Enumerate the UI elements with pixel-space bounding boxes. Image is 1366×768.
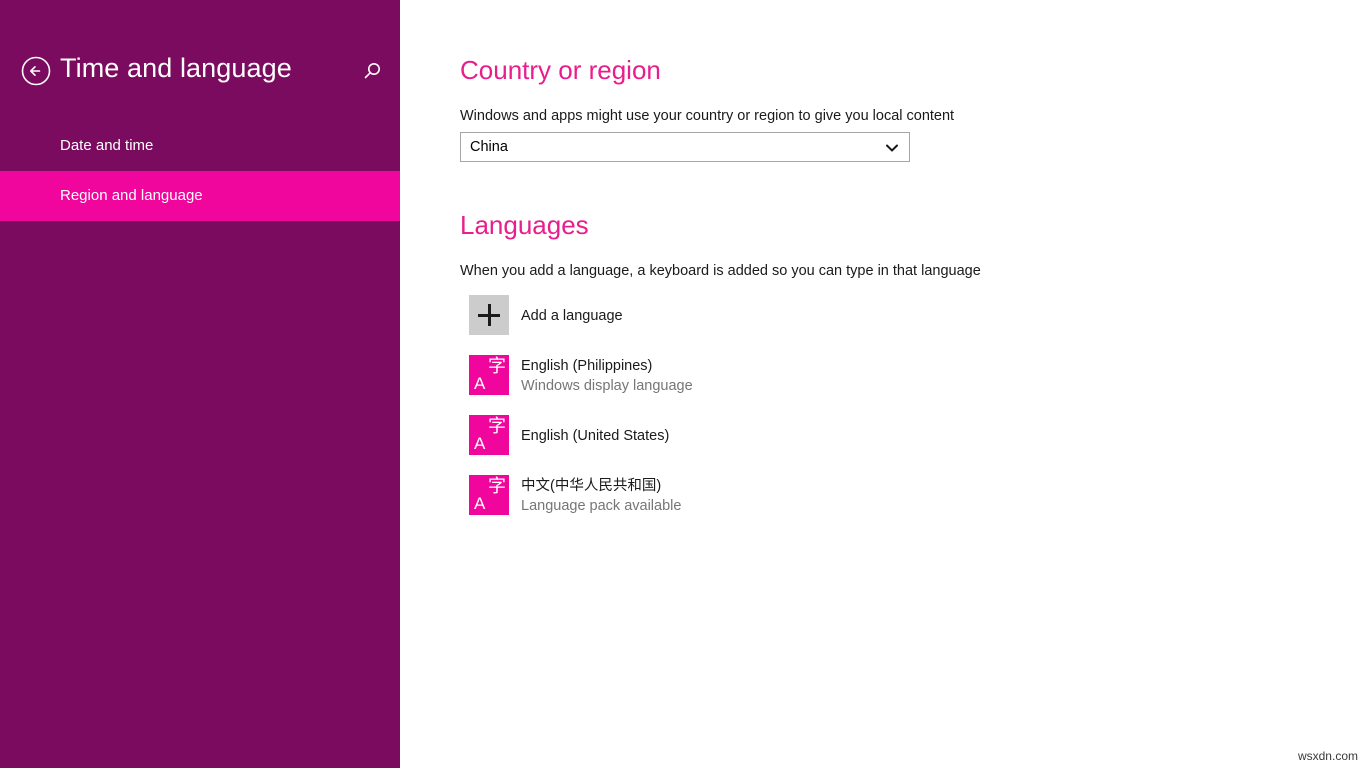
languages-heading: Languages — [460, 210, 589, 241]
country-region-heading: Country or region — [460, 55, 661, 86]
add-language-label: Add a language — [521, 306, 1221, 326]
site-watermark: wsxdn.com — [1298, 749, 1358, 763]
list-item[interactable]: A 字 English (United States) — [400, 415, 1366, 475]
back-arrow-icon[interactable] — [21, 56, 51, 86]
add-language-text: Add a language — [521, 295, 1221, 337]
sidebar-item-date-and-time[interactable]: Date and time — [0, 121, 400, 171]
settings-nav-list: Date and time Region and language — [0, 121, 400, 221]
language-subtitle: Language pack available — [521, 496, 1221, 516]
language-subtitle: Windows display language — [521, 376, 1221, 396]
language-title: English (Philippines) — [521, 356, 1221, 376]
language-glyph-latin: A — [474, 435, 485, 452]
language-glyph-latin: A — [474, 495, 485, 512]
search-icon[interactable] — [358, 58, 386, 86]
sidebar-item-region-and-language[interactable]: Region and language — [0, 171, 400, 221]
language-title: 中文(中华人民共和国) — [521, 476, 1221, 496]
add-language-button[interactable]: Add a language — [400, 295, 1366, 355]
language-title: English (United States) — [521, 426, 1221, 446]
page-title: Time and language — [60, 53, 292, 84]
language-glyph-cjk: 字 — [488, 358, 506, 376]
language-text-block: 中文(中华人民共和国) Language pack available — [521, 475, 1221, 517]
language-tile-icon: A 字 — [469, 415, 509, 455]
chevron-down-icon — [884, 140, 900, 156]
country-region-description: Windows and apps might use your country … — [460, 108, 954, 124]
languages-description: When you add a language, a keyboard is a… — [460, 263, 981, 279]
sidebar-item-label: Region and language — [60, 187, 203, 204]
plus-icon — [469, 295, 509, 335]
language-glyph-cjk: 字 — [488, 418, 506, 436]
settings-content-pane: Country or region Windows and apps might… — [400, 0, 1366, 768]
country-region-selected-value: China — [470, 133, 508, 161]
language-text-block: English (United States) — [521, 415, 1221, 457]
language-glyph-latin: A — [474, 375, 485, 392]
language-text-block: English (Philippines) Windows display la… — [521, 355, 1221, 397]
language-tile-icon: A 字 — [469, 475, 509, 515]
list-item[interactable]: A 字 中文(中华人民共和国) Language pack available — [400, 475, 1366, 535]
language-list: Add a language A 字 English (Philippines)… — [400, 295, 1366, 535]
sidebar-item-label: Date and time — [60, 137, 153, 154]
country-region-select[interactable]: China — [460, 132, 910, 162]
language-tile-icon: A 字 — [469, 355, 509, 395]
settings-sidebar: Time and language Date and time Region a… — [0, 0, 400, 768]
list-item[interactable]: A 字 English (Philippines) Windows displa… — [400, 355, 1366, 415]
language-glyph-cjk: 字 — [488, 478, 506, 496]
